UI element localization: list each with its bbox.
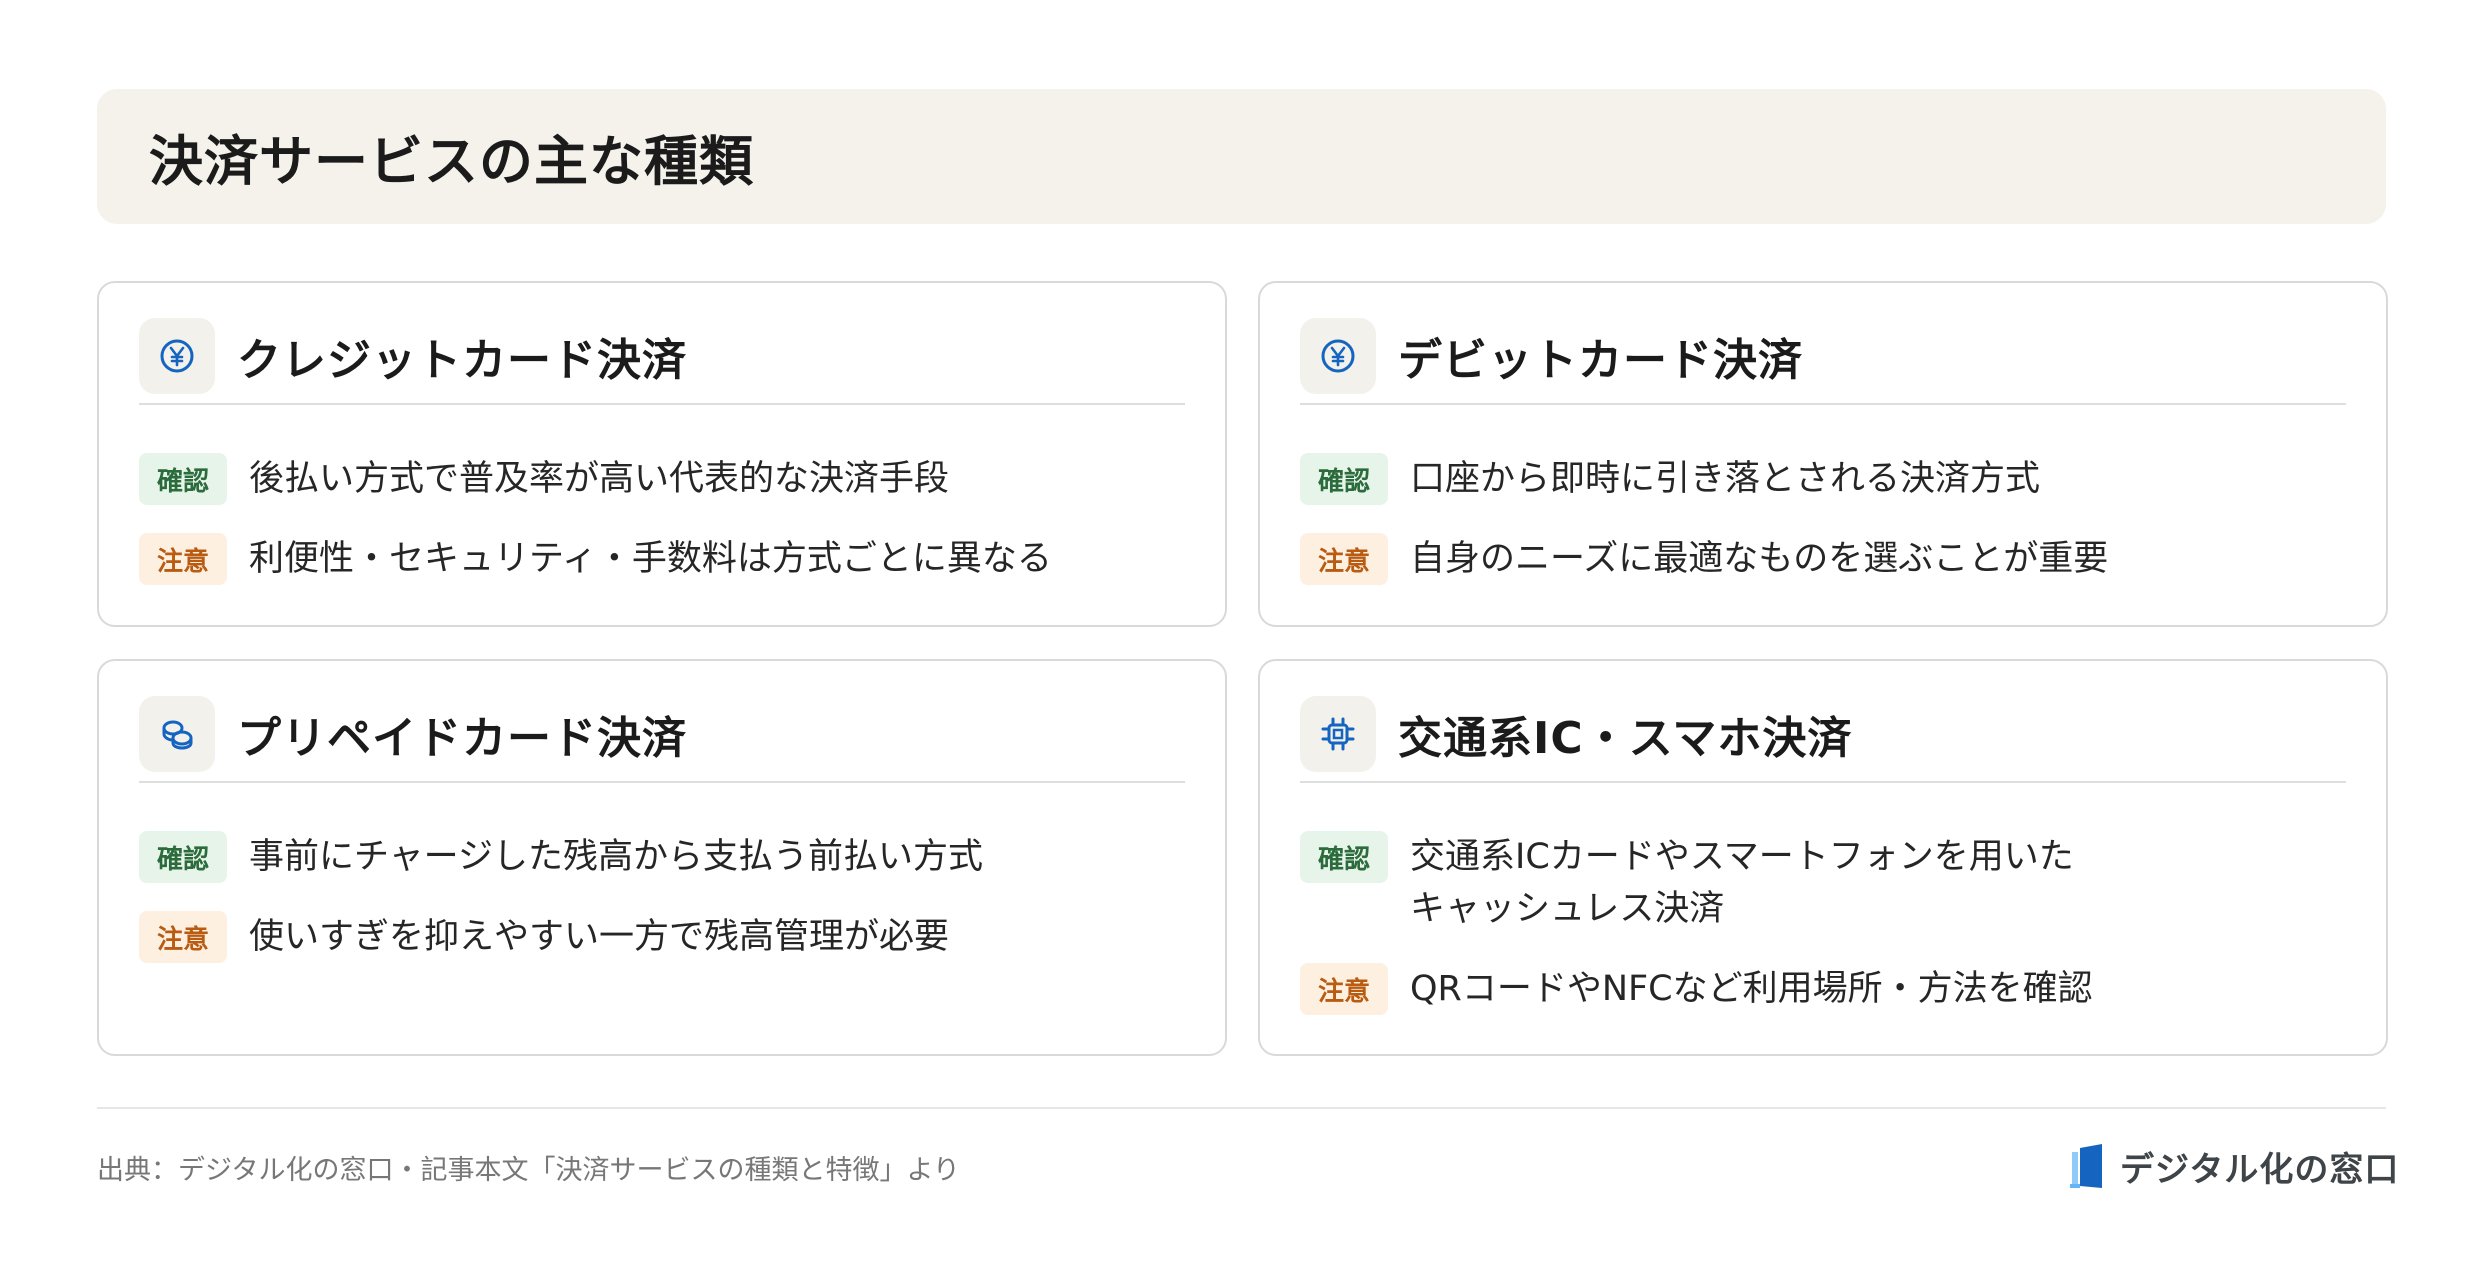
chip-icon	[1300, 696, 1376, 772]
logo-text: デジタル化の窓口	[2120, 1149, 2400, 1190]
caution-text: QRコードやNFCなど利用場所・方法を確認	[1410, 969, 2093, 1009]
confirm-badge: 確認	[1300, 831, 1388, 883]
card-ic-smartphone: 交通系IC・スマホ決済 確認 交通系ICカードやスマートフォンを用いた キャッシ…	[1258, 659, 2388, 1056]
card-header: デビットカード決済	[1300, 318, 2346, 405]
confirm-text: 後払い方式で普及率が高い代表的な決済手段	[249, 459, 950, 499]
card-title: クレジットカード決済	[237, 335, 687, 386]
yen-circle-icon	[139, 318, 215, 394]
card-debit-card: デビットカード決済 確認 口座から即時に引き落とされる決済方式 注意 自身のニー…	[1258, 281, 2388, 627]
caution-row: 注意 QRコードやNFCなど利用場所・方法を確認	[1300, 963, 2346, 1015]
confirm-text: 事前にチャージした残高から支払う前払い方式	[249, 837, 983, 877]
caution-badge: 注意	[139, 911, 227, 963]
caution-badge: 注意	[1300, 533, 1388, 585]
page-title: 決済サービスの主な種類	[149, 130, 754, 193]
confirm-row: 確認 口座から即時に引き落とされる決済方式	[1300, 453, 2346, 505]
caution-row: 注意 自身のニーズに最適なものを選ぶことが重要	[1300, 533, 2346, 585]
card-title: 交通系IC・スマホ決済	[1398, 713, 1853, 764]
card-header: プリペイドカード決済	[139, 696, 1185, 783]
caution-badge: 注意	[1300, 963, 1388, 1015]
page: 決済サービスの主な種類 クレジットカード決済 確認 後払い方式で普及率が高い代表…	[0, 0, 2480, 1280]
card-credit-card: クレジットカード決済 確認 後払い方式で普及率が高い代表的な決済手段 注意 利便…	[97, 281, 1227, 627]
confirm-badge: 確認	[139, 831, 227, 883]
confirm-text: 口座から即時に引き落とされる決済方式	[1410, 459, 2041, 499]
title-banner: 決済サービスの主な種類	[97, 89, 2386, 224]
caution-text: 自身のニーズに最適なものを選ぶことが重要	[1410, 539, 2109, 579]
caution-row: 注意 使いすぎを抑えやすい一方で残高管理が必要	[139, 911, 1185, 963]
caution-text: 使いすぎを抑えやすい一方で残高管理が必要	[249, 917, 950, 957]
confirm-badge: 確認	[139, 453, 227, 505]
confirm-badge: 確認	[1300, 453, 1388, 505]
confirm-text: 交通系ICカードやスマートフォンを用いた キャッシュレス決済	[1410, 837, 2074, 929]
confirm-row: 確認 後払い方式で普及率が高い代表的な決済手段	[139, 453, 1185, 505]
caution-text: 利便性・セキュリティ・手数料は方式ごとに異なる	[249, 539, 1052, 579]
yen-circle-icon	[1300, 318, 1376, 394]
footer-divider	[97, 1107, 2386, 1109]
source-note: 出典：デジタル化の窓口・記事本文「決済サービスの種類と特徴」より	[97, 1155, 960, 1186]
door-logo-icon	[2070, 1144, 2102, 1188]
coins-icon	[139, 696, 215, 772]
caution-row: 注意 利便性・セキュリティ・手数料は方式ごとに異なる	[139, 533, 1185, 585]
caution-badge: 注意	[139, 533, 227, 585]
card-header: クレジットカード決済	[139, 318, 1185, 405]
confirm-row: 確認 事前にチャージした残高から支払う前払い方式	[139, 831, 1185, 883]
card-title: プリペイドカード決済	[237, 713, 687, 764]
brand-logo: デジタル化の窓口	[2068, 1142, 2399, 1190]
card-title: デビットカード決済	[1398, 335, 1803, 386]
card-prepaid-card: プリペイドカード決済 確認 事前にチャージした残高から支払う前払い方式 注意 使…	[97, 659, 1227, 1056]
card-header: 交通系IC・スマホ決済	[1300, 696, 2346, 783]
confirm-row: 確認 交通系ICカードやスマートフォンを用いた キャッシュレス決済	[1300, 831, 2346, 935]
